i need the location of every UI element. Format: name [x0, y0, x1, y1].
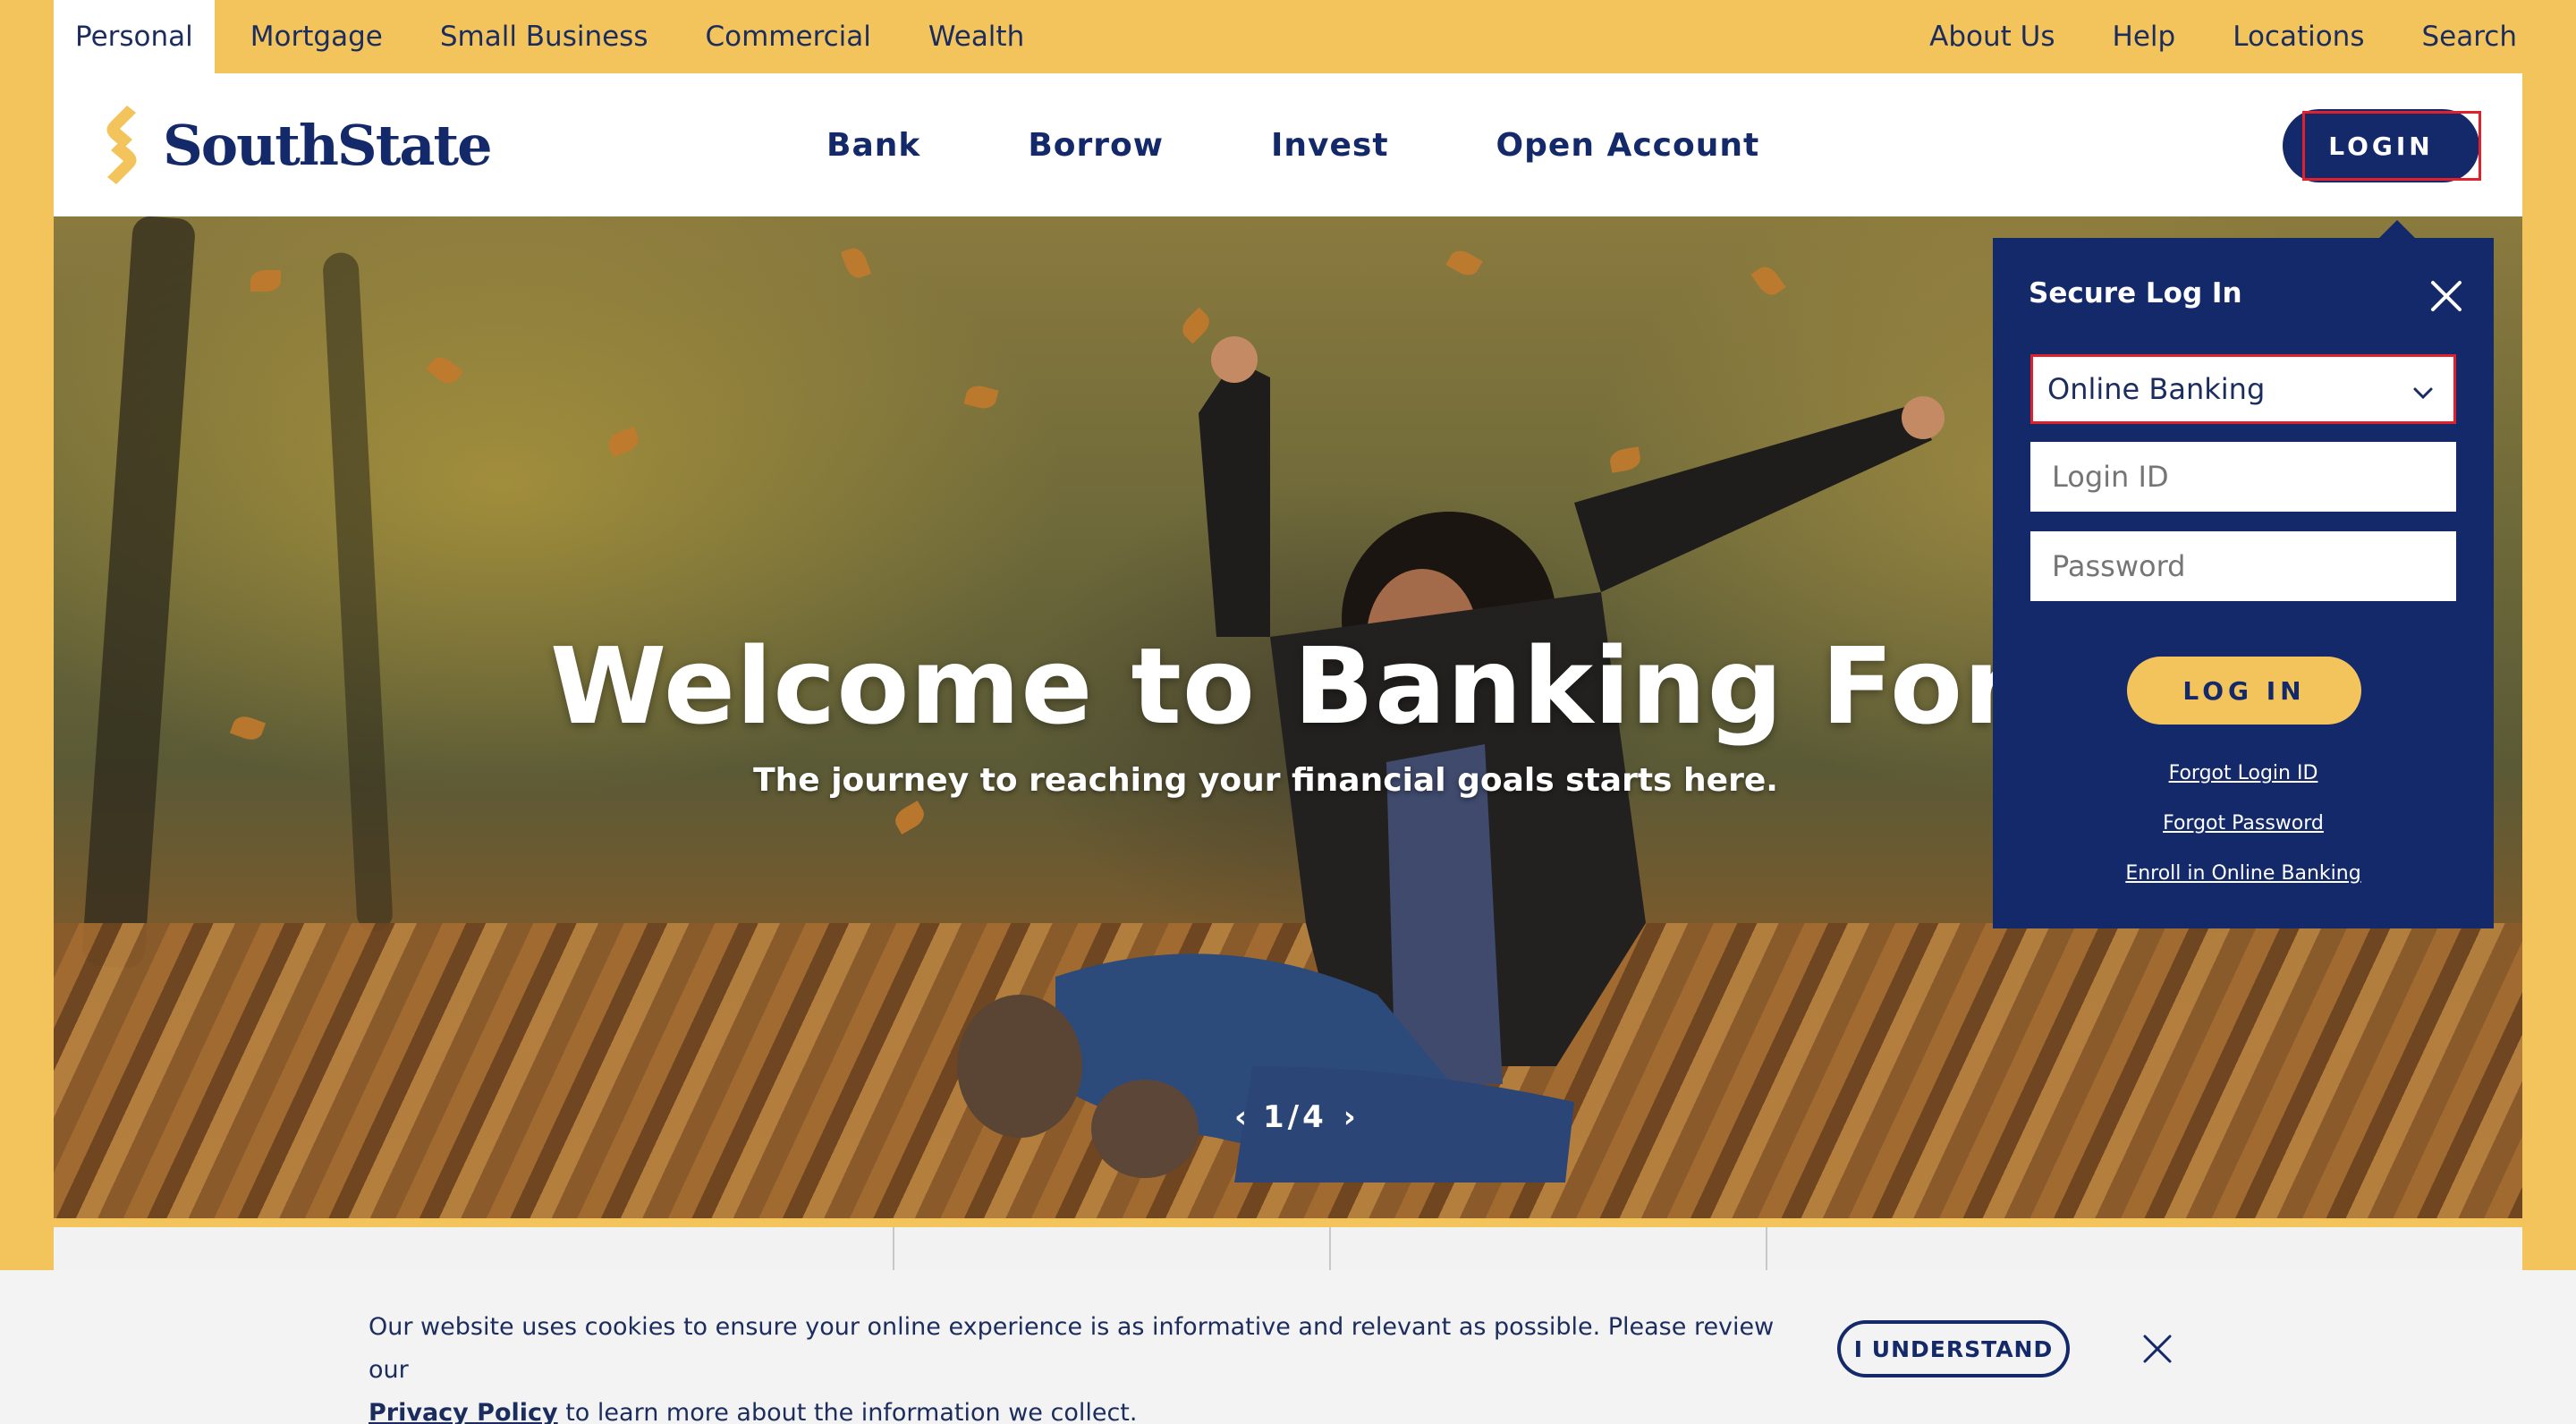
cookie-banner: Our website uses cookies to ensure your … — [0, 1270, 2576, 1424]
enroll-online-banking-link[interactable]: Enroll in Online Banking — [1993, 862, 2494, 885]
forgot-login-id-link[interactable]: Forgot Login ID — [1993, 762, 2494, 784]
tree-trunk — [80, 216, 197, 970]
search-link[interactable]: Search — [2421, 0, 2517, 73]
segment-wealth[interactable]: Wealth — [928, 0, 1024, 73]
login-button[interactable]: LOGIN — [2283, 109, 2479, 182]
panel-caret — [2377, 220, 2417, 240]
leaf — [250, 270, 281, 292]
privacy-policy-link[interactable]: Privacy Policy — [369, 1399, 558, 1424]
tree-trunk — [322, 251, 394, 933]
login-id-field[interactable] — [2030, 442, 2456, 512]
carousel-pager: ‹ 1/4 › — [1225, 1097, 1365, 1138]
secure-login-panel: Secure Log In Online Banking LOG IN Forg… — [1993, 220, 2494, 928]
forgot-password-link[interactable]: Forgot Password — [1993, 812, 2494, 835]
leaf — [1750, 262, 1786, 300]
segment-commercial[interactable]: Commercial — [705, 0, 870, 73]
accept-cookies-button[interactable]: I UNDERSTAND — [1837, 1320, 2070, 1377]
utility-bar: Personal Mortgage Small Business Commerc… — [0, 0, 2576, 73]
cookie-message: Our website uses cookies to ensure your … — [369, 1306, 1782, 1424]
utility-links: About Us Help Locations Search — [1872, 0, 2517, 73]
primary-nav-links: Bank Borrow Invest Open Account — [826, 73, 1867, 216]
southstate-logo-mark-icon — [106, 106, 137, 184]
locations-link[interactable]: Locations — [2233, 0, 2364, 73]
log-in-submit-button[interactable]: LOG IN — [2127, 657, 2361, 725]
close-icon[interactable] — [2141, 1333, 2174, 1365]
account-type-select[interactable]: Online Banking — [2030, 354, 2456, 424]
leaf — [840, 244, 872, 282]
nav-invest[interactable]: Invest — [1271, 127, 1389, 164]
brand-name: SouthState — [163, 112, 493, 178]
nav-bank[interactable]: Bank — [826, 127, 920, 164]
segment-mortgage[interactable]: Mortgage — [250, 0, 383, 73]
account-type-value: Online Banking — [2047, 372, 2266, 406]
password-field[interactable] — [2030, 531, 2456, 601]
southstate-logo[interactable]: SouthState — [93, 104, 493, 186]
chevron-left-icon[interactable]: ‹ — [1225, 1099, 1256, 1135]
chevron-down-icon — [2413, 387, 2433, 400]
chevron-right-icon[interactable]: › — [1335, 1099, 1365, 1135]
segment-small-business[interactable]: Small Business — [440, 0, 648, 73]
nav-borrow[interactable]: Borrow — [1028, 127, 1164, 164]
leaf — [1445, 246, 1483, 280]
main-nav: SouthState Bank Borrow Invest Open Accou… — [54, 73, 2522, 216]
nav-open-account[interactable]: Open Account — [1496, 127, 1760, 164]
login-panel-title: Secure Log In — [2029, 277, 2242, 309]
about-us-link[interactable]: About Us — [1929, 0, 2055, 73]
leaf — [426, 352, 463, 389]
cookie-text-after: to learn more about the information we c… — [557, 1399, 1138, 1424]
help-link[interactable]: Help — [2113, 0, 2176, 73]
segment-personal[interactable]: Personal — [54, 0, 215, 73]
close-icon[interactable] — [2429, 279, 2463, 313]
carousel-position: 1/4 — [1263, 1099, 1327, 1135]
segment-nav: Personal Mortgage Small Business Commerc… — [54, 0, 1081, 73]
cookie-text-before: Our website uses cookies to ensure your … — [369, 1313, 1775, 1384]
leaf — [605, 426, 642, 458]
